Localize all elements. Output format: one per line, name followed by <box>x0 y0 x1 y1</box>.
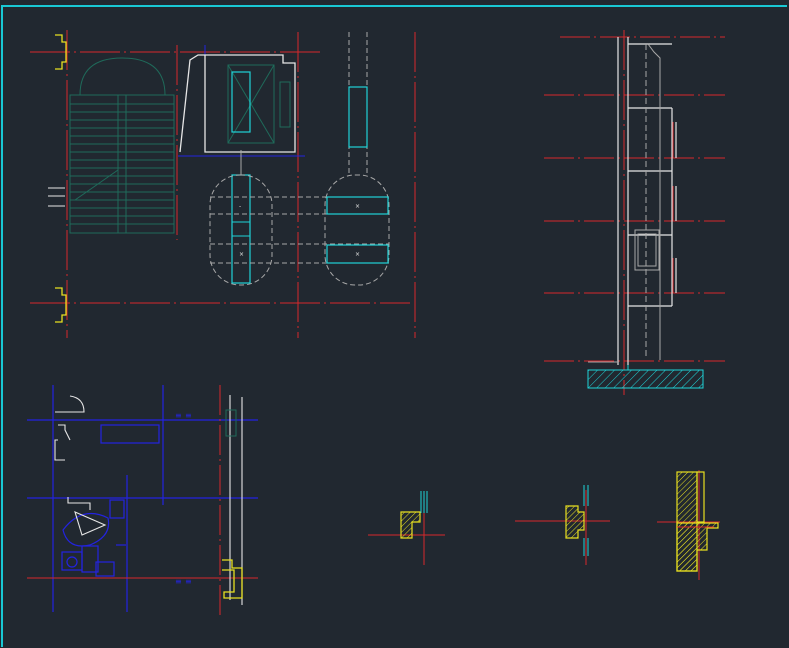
level-lines <box>544 30 725 395</box>
detail-2[interactable] <box>515 485 610 565</box>
stair-wall-marks <box>48 187 65 207</box>
svg-text:×: × <box>239 251 244 258</box>
detail-1[interactable] <box>368 491 445 565</box>
dashed-outlines <box>209 32 390 286</box>
svg-text:-: - <box>239 203 241 210</box>
elevation-walls <box>617 37 677 365</box>
elevator-room-outline <box>179 54 296 153</box>
svg-text:×: × <box>355 203 360 210</box>
yellow-wall-sections <box>55 34 67 323</box>
shaft-panel <box>348 86 368 148</box>
svg-text:≡: ≡ <box>175 411 182 420</box>
stair-hatch <box>69 57 175 234</box>
foundation <box>587 365 704 389</box>
svg-text:≡: ≡ <box>185 577 192 586</box>
toilet-plan[interactable]: ≡ ≡ ≡ ≡ <box>27 385 258 615</box>
elevator-car <box>227 64 291 144</box>
svg-text:×: × <box>355 251 360 258</box>
stair-core-plan[interactable]: × × - × <box>30 30 416 338</box>
cross-marks: × × - × <box>239 203 360 258</box>
svg-text:≡: ≡ <box>185 411 192 420</box>
duct-box <box>225 409 237 437</box>
toilet-fixtures <box>54 395 243 605</box>
elevator-door-frame <box>231 71 251 133</box>
elevation-section[interactable] <box>544 30 725 395</box>
detail-3[interactable] <box>657 470 720 580</box>
column-strip <box>231 174 251 284</box>
cad-viewport[interactable]: × × - × ≡ ≡ ≡ ≡ <box>0 0 789 648</box>
toilet-yellow-wall <box>222 559 243 599</box>
cad-canvas[interactable]: × × - × ≡ ≡ ≡ ≡ <box>0 0 789 648</box>
svg-text:≡: ≡ <box>175 577 182 586</box>
